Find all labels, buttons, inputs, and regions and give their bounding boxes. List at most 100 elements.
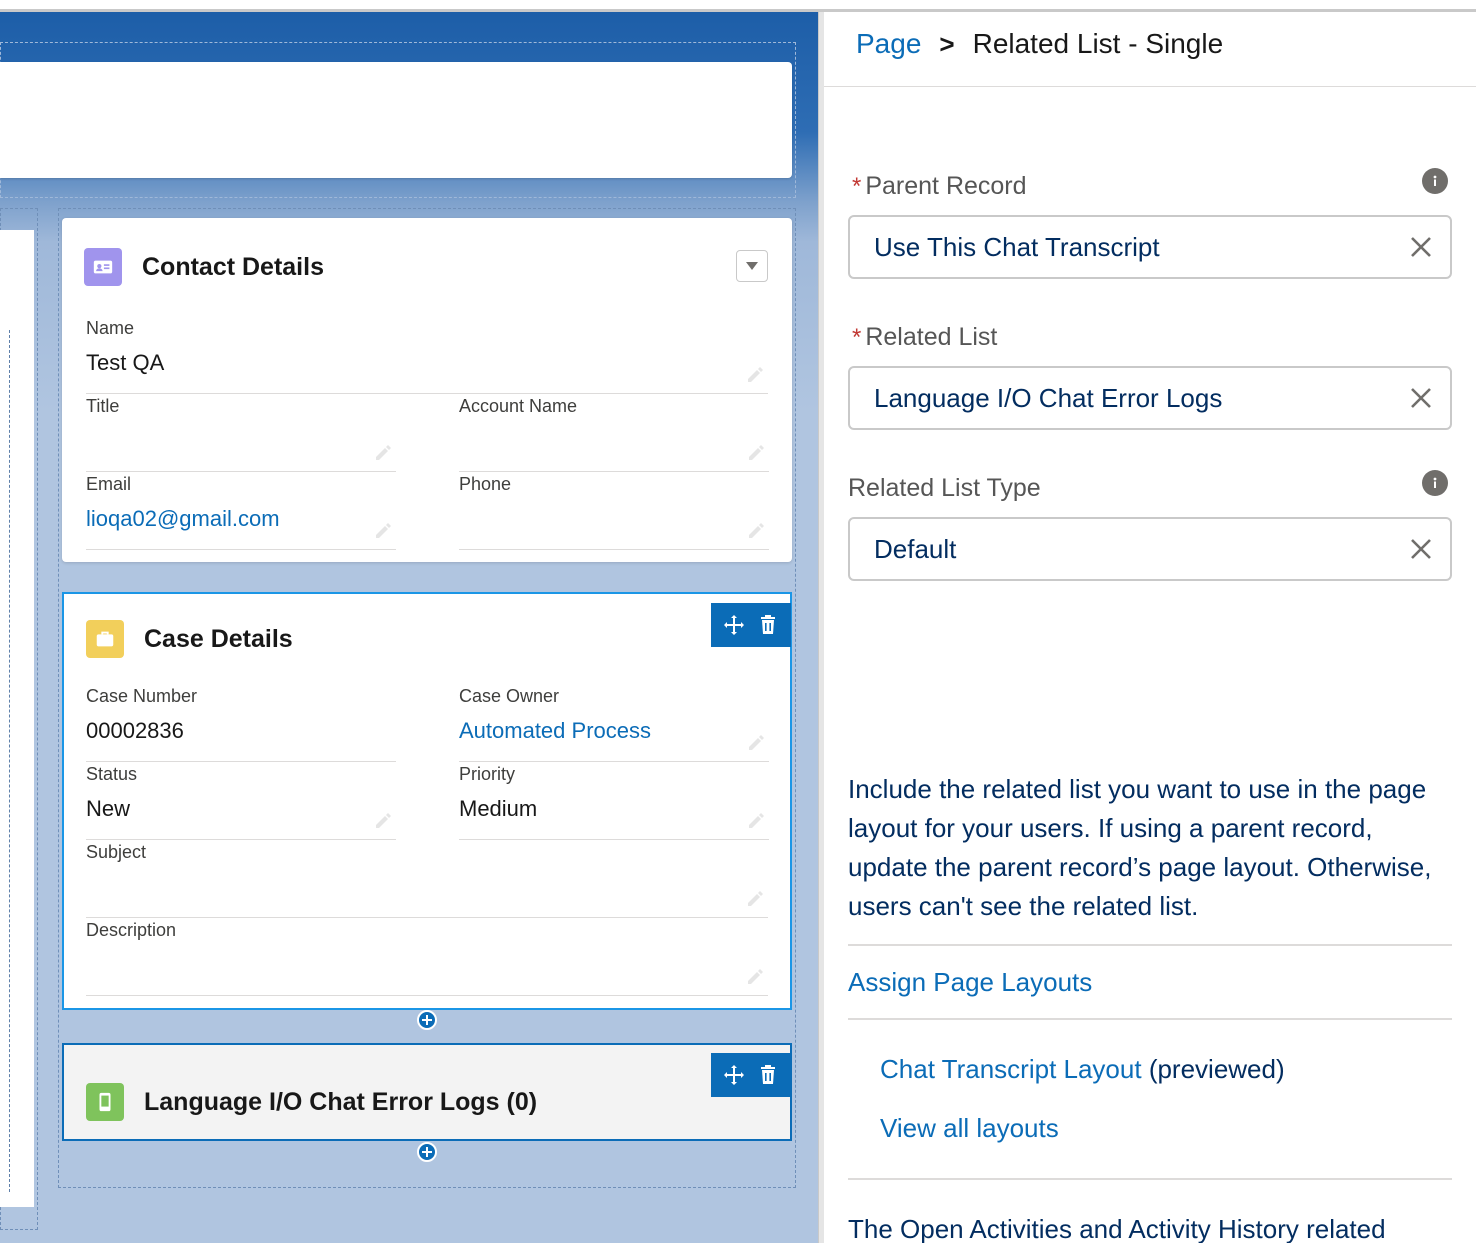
assign-page-layouts-link[interactable]: Assign Page Layouts [848,967,1092,998]
info-icon[interactable] [1422,470,1448,496]
pencil-icon[interactable] [744,965,766,987]
field-label: Email [86,474,132,494]
plus-icon [422,1147,432,1157]
panel-header-divider [824,86,1476,87]
field-label: Phone [459,474,512,494]
trash-icon[interactable] [756,613,780,637]
close-icon[interactable] [1408,536,1434,562]
field-case-number: Case Number 00002836 [86,686,396,762]
activity-note: The Open Activities and Activity History… [848,1214,1386,1243]
label-text: Related List [865,323,998,351]
info-icon[interactable] [1422,168,1448,194]
close-icon[interactable] [1408,234,1434,260]
field-label: Account Name [459,396,578,416]
contact-details-card[interactable]: Contact Details Name Test QA Title Accou… [62,218,792,562]
field-account-name: Account Name [459,396,769,472]
field-label: Name [86,318,135,338]
parent-record-combobox[interactable]: Use This Chat Transcript [848,215,1452,279]
highlights-panel[interactable] [0,62,792,178]
contact-card-menu-button[interactable] [736,250,768,282]
related-list-title: Language I/O Chat Error Logs (0) [144,1087,538,1116]
contact-card-icon [84,248,122,286]
field-value: Test QA [86,350,165,375]
combobox-value: Use This Chat Transcript [874,231,1160,262]
trash-icon[interactable] [756,1063,780,1087]
breadcrumb-current: Related List - Single [972,28,1224,59]
contact-card-header: Contact Details [84,248,324,286]
label-text: Related List Type [848,474,1041,502]
pencil-icon[interactable] [745,731,767,753]
field-value: 00002836 [86,718,184,743]
field-label: Title [86,396,120,416]
close-icon[interactable] [1408,385,1434,411]
previewed-note: (previewed) [1148,1054,1285,1084]
field-title: Title [86,396,396,472]
field-description: Description [86,920,768,996]
field-label: Subject [86,842,147,862]
field-value: New [86,796,131,821]
chevron-down-icon [746,262,758,270]
related-list-label: * Related List [852,323,997,352]
label-text: Parent Record [865,172,1027,200]
pencil-icon[interactable] [745,519,767,541]
field-email: Email lioqa02@gmail.com [86,474,396,550]
breadcrumb: Page > Related List - Single [856,28,1223,60]
divider [848,1178,1452,1180]
pencil-icon[interactable] [372,519,394,541]
briefcase-icon [86,620,124,658]
email-link[interactable]: lioqa02@gmail.com [86,506,280,532]
pencil-icon[interactable] [745,441,767,463]
pencil-icon[interactable] [745,809,767,831]
add-component-button[interactable] [417,1142,437,1162]
field-label: Description [86,920,177,940]
pencil-icon[interactable] [372,809,394,831]
field-phone: Phone [459,474,769,550]
field-case-owner: Case Owner Automated Process [459,686,769,762]
field-label: Case Owner [459,686,560,706]
field-subject: Subject [86,842,768,918]
move-icon[interactable] [722,613,746,637]
related-list-combobox[interactable]: Language I/O Chat Error Logs [848,366,1452,430]
related-list-type-combobox[interactable]: Default [848,517,1452,581]
related-list-type-label: Related List Type [848,474,1041,503]
combobox-value: Language I/O Chat Error Logs [874,382,1223,413]
plus-icon [422,1015,432,1025]
field-name: Name Test QA [86,318,768,394]
related-list-card[interactable]: Language I/O Chat Error Logs (0) [62,1043,792,1141]
case-card-header: Case Details [86,620,293,658]
move-icon[interactable] [722,1063,746,1087]
required-marker: * [852,172,862,200]
related-list-header: Language I/O Chat Error Logs (0) [86,1083,537,1121]
layout-row: Chat Transcript Layout (previewed) [880,1054,1285,1085]
properties-panel: Page > Related List - Single * Parent Re… [824,12,1476,1243]
divider [848,1018,1452,1020]
divider [848,944,1452,946]
case-card-action-bar [711,603,791,647]
field-status: Status New [86,764,396,840]
case-owner-link[interactable]: Automated Process [459,718,651,744]
left-column-inner-region [0,330,10,1192]
case-card-title: Case Details [144,624,293,653]
field-label: Priority [459,764,516,784]
breadcrumb-separator: > [939,28,955,59]
pencil-icon[interactable] [372,441,394,463]
breadcrumb-page-link[interactable]: Page [856,28,921,60]
pencil-icon[interactable] [744,363,766,385]
parent-record-label: * Parent Record [852,172,1027,201]
field-value: Medium [459,796,538,821]
field-label: Status [86,764,138,784]
required-marker: * [852,323,862,351]
chat-transcript-layout-link[interactable]: Chat Transcript Layout [880,1054,1142,1084]
add-component-button[interactable] [417,1010,437,1030]
field-label: Case Number [86,686,198,706]
pencil-icon[interactable] [744,887,766,909]
contact-card-title: Contact Details [142,252,324,281]
combobox-value: Default [874,533,957,564]
field-priority: Priority Medium [459,764,769,840]
help-text: Include the related list you want to use… [848,774,1432,921]
top-rule [0,0,1476,12]
case-details-card[interactable]: Case Details Case Number 00002836 Case O… [62,592,792,1010]
view-all-layouts-link[interactable]: View all layouts [880,1113,1059,1144]
related-list-action-bar [711,1053,791,1097]
mobile-device-icon [86,1083,124,1121]
